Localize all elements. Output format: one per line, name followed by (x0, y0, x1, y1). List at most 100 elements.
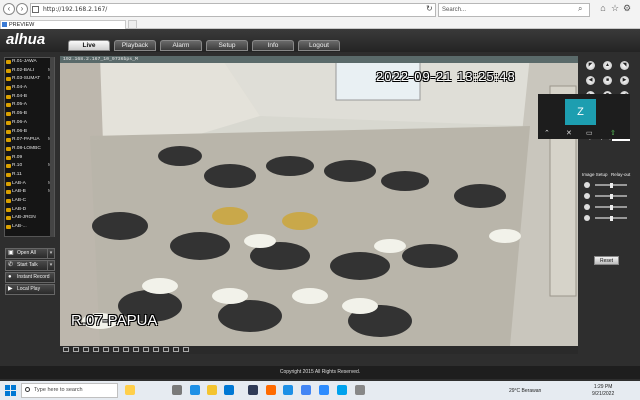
ie-icon[interactable] (283, 385, 293, 395)
new-tab-button[interactable] (128, 20, 137, 29)
layout-icon[interactable] (113, 347, 119, 352)
open-all-button[interactable]: ▣ Open All ▾ (5, 248, 55, 259)
ptz-up-icon[interactable]: ▲ (603, 61, 612, 70)
system-clock[interactable]: 1:29 PM 9/21/2022 (592, 384, 614, 398)
channel-item[interactable]: R.11 (5, 171, 54, 180)
settings-icon[interactable]: ⚙ (622, 3, 632, 13)
instant-record-button[interactable]: ● Instant Record (5, 272, 55, 283)
browser-search-input[interactable]: Search... (438, 3, 590, 17)
channel-item[interactable]: LAB-C (5, 197, 54, 206)
share-screen-icon[interactable]: ⇧ (610, 129, 616, 137)
layout-icon[interactable] (63, 347, 69, 352)
layout-icon[interactable] (143, 347, 149, 352)
ptz-up-right-icon[interactable]: ◥ (620, 61, 629, 70)
taskbar-search-input[interactable]: Type here to search (21, 383, 118, 398)
channel-item[interactable]: R.01-JAWA (5, 58, 54, 67)
video-off-icon[interactable]: ▭ (586, 129, 593, 137)
image-slider[interactable] (595, 215, 627, 221)
channel-item[interactable]: R.07-PAPUAM (5, 136, 54, 145)
tab-live[interactable]: Live (68, 40, 110, 51)
chevron-down-icon[interactable]: ▾ (47, 249, 54, 258)
channel-list[interactable]: R.01-JAWA R.02-BALIMR.03-SUMATMR.04-A R.04… (4, 57, 55, 237)
live-video-view[interactable]: 192.168.2.167_10_9736bps_M 2022-09-21 13… (60, 56, 578, 346)
channel-item[interactable]: LAB-BM (5, 188, 54, 197)
tab-info[interactable]: Info (252, 40, 294, 51)
tab-playback[interactable]: Playback (114, 40, 156, 51)
ptz-left-icon[interactable]: ◀ (586, 76, 595, 85)
image-slider[interactable] (595, 193, 627, 199)
reset-button[interactable]: Reset (594, 256, 619, 265)
ptz-right-icon[interactable]: ▶ (620, 76, 629, 85)
record-icon: ● (8, 274, 12, 280)
channel-item[interactable]: LAB-JRGN (5, 214, 54, 223)
home-icon[interactable]: ⌂ (598, 3, 608, 13)
slider-knob[interactable] (609, 193, 613, 199)
slider-knob[interactable] (609, 182, 613, 188)
zoom-app-icon[interactable] (319, 385, 329, 395)
task-view-icon[interactable] (172, 385, 182, 395)
channel-item[interactable]: LAB-AM (5, 180, 54, 189)
channel-item[interactable]: LAB-D (5, 206, 54, 215)
layout-icon[interactable] (123, 347, 129, 352)
layout-icon[interactable] (153, 347, 159, 352)
skype-icon[interactable] (337, 385, 347, 395)
zoom-meeting-popup[interactable]: Z ⌃ ✕ ▭ ⇧ (538, 94, 630, 139)
layout-icon[interactable] (73, 347, 79, 352)
layout-icon[interactable] (83, 347, 89, 352)
app-icon[interactable] (355, 385, 365, 395)
channel-label: R.09 (12, 154, 23, 160)
channel-item[interactable]: R.08-LOMBC (5, 145, 54, 154)
local-play-button[interactable]: ▶ Local Play (5, 284, 55, 295)
channel-item[interactable]: R.06-B (5, 128, 54, 137)
channel-item[interactable]: R.05-B (5, 110, 54, 119)
image-slider[interactable] (595, 204, 627, 210)
channel-item[interactable]: R.02-BALIM (5, 67, 54, 76)
channel-item[interactable]: R.04-A (5, 84, 54, 93)
refresh-icon[interactable]: ↻ (426, 4, 433, 14)
address-bar[interactable]: http://192.168.2.167/ (30, 3, 436, 17)
windows-taskbar: Type here to search 29°C Berawan 1:29 PM… (0, 381, 640, 400)
cortana-icon[interactable] (125, 385, 135, 395)
channel-item[interactable]: R.06-A (5, 119, 54, 128)
mail-icon[interactable] (248, 385, 258, 395)
ptz-up-left-icon[interactable]: ◤ (586, 61, 595, 70)
windows-start-icon[interactable] (5, 385, 16, 396)
file-explorer-icon[interactable] (207, 385, 217, 395)
channel-item[interactable]: LAB-... (5, 223, 54, 232)
layout-icon[interactable] (173, 347, 179, 352)
chevron-down-icon[interactable]: ▾ (47, 261, 54, 270)
slider-knob[interactable] (609, 204, 613, 210)
search-icon[interactable]: ⌕ (578, 4, 582, 14)
store-icon[interactable] (224, 385, 234, 395)
start-talk-button[interactable]: ✆ Start Talk ▾ (5, 260, 55, 271)
layout-icon[interactable] (183, 347, 189, 352)
ptz-center-icon[interactable]: ■ (603, 76, 612, 85)
chrome-icon[interactable] (301, 385, 311, 395)
layout-icon[interactable] (93, 347, 99, 352)
layout-icon[interactable] (133, 347, 139, 352)
channel-item[interactable]: R.04-B (5, 93, 54, 102)
slider-knob[interactable] (609, 215, 613, 221)
tab-alarm[interactable]: Alarm (160, 40, 202, 51)
favorites-icon[interactable]: ☆ (610, 3, 620, 13)
forward-icon[interactable]: › (16, 3, 28, 15)
browser-tab[interactable]: PREVIEW (0, 20, 126, 29)
chevron-up-icon[interactable]: ⌃ (544, 129, 550, 137)
tab-setup[interactable]: Setup (206, 40, 248, 51)
channel-item[interactable]: R.10M (5, 162, 54, 171)
channel-label: R.02-BALI (12, 67, 35, 73)
edge-icon[interactable] (190, 385, 200, 395)
firefox-icon[interactable] (266, 385, 276, 395)
back-icon[interactable]: ‹ (3, 3, 15, 15)
weather-widget[interactable]: 29°C Berawan (509, 388, 541, 394)
layout-icon[interactable] (163, 347, 169, 352)
channel-item[interactable]: R.09 (5, 154, 54, 163)
mic-off-icon[interactable]: ✕ (566, 129, 572, 137)
tab-logout[interactable]: Logout (298, 40, 340, 51)
camera-icon (6, 216, 11, 221)
layout-icon[interactable] (103, 347, 109, 352)
channel-list-scrollbar[interactable] (50, 57, 54, 237)
channel-item[interactable]: R.05-A (5, 101, 54, 110)
image-slider[interactable] (595, 182, 627, 188)
channel-item[interactable]: R.03-SUMATM (5, 75, 54, 84)
